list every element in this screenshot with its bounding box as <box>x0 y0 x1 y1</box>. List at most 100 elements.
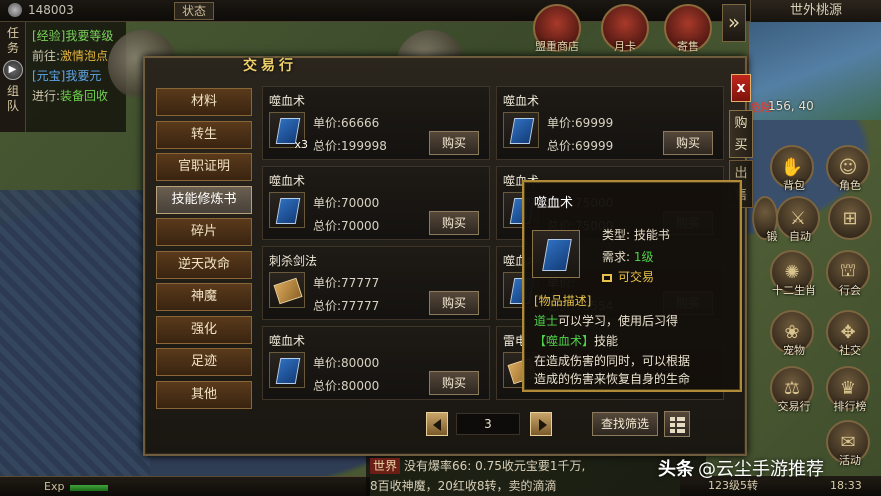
quest-1-prefix: 前往: <box>32 49 61 63</box>
consign-button[interactable]: 寄售 <box>664 4 712 53</box>
monthly-card-button[interactable]: 月卡 <box>601 4 649 53</box>
event-label: 活动 <box>839 454 861 467</box>
tooltip-req-label: 需求: <box>602 250 631 264</box>
status-tab[interactable]: 状态 <box>174 2 214 20</box>
tooltip-type: 类型: 技能书 <box>602 226 670 243</box>
total-prefix: 总价: <box>313 379 342 393</box>
category-footprint[interactable]: 足迹 <box>156 348 252 376</box>
tradable-icon <box>602 273 612 282</box>
category-fragments[interactable]: 碎片 <box>156 218 252 246</box>
unit-prefix: 单价: <box>313 276 342 290</box>
buy-button[interactable]: 购买 <box>429 131 479 155</box>
category-skill-books[interactable]: 技能修炼书 <box>156 185 252 214</box>
total-price: 总价:77777 <box>313 297 379 314</box>
social-label: 社交 <box>839 344 861 357</box>
scroll-book-icon[interactable] <box>269 272 305 308</box>
category-enhance[interactable]: 强化 <box>156 315 252 344</box>
unit-value: 80000 <box>341 356 380 370</box>
team-tab-label[interactable]: 组 队 <box>0 80 26 114</box>
page-number[interactable]: 3 <box>456 413 520 435</box>
tooltip-desc-line-2: 【噬血术】技能 <box>534 332 618 349</box>
item-name: 噬血术 <box>269 174 306 188</box>
quest-1-link[interactable]: 激情泡点 <box>60 49 108 63</box>
grid-view-icon[interactable] <box>664 411 690 437</box>
chat-line-1: 世界 没有爆率66: 0.75收元宝要1千万, <box>370 456 706 476</box>
search-filter-button[interactable]: 查找筛选 <box>592 412 658 436</box>
next-page-button[interactable] <box>530 412 552 436</box>
zodiac-button[interactable]: ✺ 十二生肖 <box>770 250 816 297</box>
settings-button[interactable]: ⊞ <box>828 196 872 240</box>
buy-button[interactable]: 购买 <box>429 291 479 315</box>
category-rebirth[interactable]: 转生 <box>156 120 252 149</box>
item-name: 噬血术 <box>269 334 306 348</box>
category-rank-proof[interactable]: 官职证明 <box>156 153 252 181</box>
city-wall <box>0 190 150 496</box>
zodiac-label: 十二生肖 <box>772 284 816 297</box>
character-button[interactable]: ☺ 角色 <box>826 145 870 192</box>
unit-prefix: 单价: <box>547 116 576 130</box>
pet-button[interactable]: ❀ 宠物 <box>770 310 814 357</box>
player-id: 148003 <box>8 3 74 17</box>
character-label: 角色 <box>839 179 861 192</box>
category-fate[interactable]: 逆天改命 <box>156 250 252 279</box>
listing-card[interactable]: 噬血术 单价:69999 总价:69999 购买 <box>496 86 724 160</box>
quest-1-title[interactable]: [经验]我要等级 <box>32 26 120 46</box>
unit-value: 77777 <box>341 276 380 290</box>
pet-label: 宠物 <box>783 344 805 357</box>
expand-menu-button[interactable]: » <box>722 4 746 42</box>
category-materials[interactable]: 材料 <box>156 88 252 116</box>
prev-page-button[interactable] <box>426 412 448 436</box>
total-prefix: 总价: <box>313 139 342 153</box>
category-other[interactable]: 其他 <box>156 380 252 409</box>
quest-1-target: 前往:激情泡点 <box>32 46 120 66</box>
social-button[interactable]: ✥ 社交 <box>826 310 870 357</box>
tooltip-req-value: 1级 <box>633 250 654 264</box>
skill-book-icon[interactable] <box>269 192 305 228</box>
skill-book-icon <box>532 230 580 278</box>
quest-tab-label[interactable]: 任 务 <box>0 22 26 56</box>
chat-box[interactable]: 世界 没有爆率66: 0.75收元宝要1千万, 8百收神魔，20红收8转，卖的滴滴 <box>366 456 706 496</box>
tooltip-type-label: 类型: <box>602 228 631 242</box>
guild-button[interactable]: ⛫ 行会 <box>826 250 870 297</box>
trade-button[interactable]: ⚖ 交易行 <box>770 366 814 413</box>
quest-2-title[interactable]: [元宝]我要元 <box>32 66 120 86</box>
buy-button[interactable]: 购买 <box>663 131 713 155</box>
bag-label: 背包 <box>783 179 805 192</box>
category-god-demon[interactable]: 神魔 <box>156 283 252 311</box>
buy-button[interactable]: 购买 <box>429 211 479 235</box>
listing-card[interactable]: 噬血术 x3 单价:66666 总价:199998 购买 <box>262 86 490 160</box>
listing-card[interactable]: 噬血术 单价:80000 总价:80000 购买 <box>262 326 490 400</box>
watermark-brand: 头条 <box>658 459 694 480</box>
skill-book-icon[interactable]: x3 <box>269 112 308 151</box>
quest-2-link[interactable]: 装备回收 <box>60 89 108 103</box>
skill-book-icon[interactable] <box>269 352 305 388</box>
buy-button[interactable]: 购买 <box>429 371 479 395</box>
skill-book-icon[interactable] <box>503 112 539 148</box>
watermark-handle: @云尘手游推荐 <box>698 459 824 480</box>
player-id-text: 148003 <box>28 3 74 17</box>
tab-buy[interactable]: 购买 <box>729 110 753 158</box>
rank-button[interactable]: ♛ 排行榜 <box>826 366 870 413</box>
tooltip-title: 噬血术 <box>534 196 574 211</box>
clock: 18:33 <box>830 479 862 492</box>
shop-menu-button[interactable]: 盟重商店 <box>533 4 581 53</box>
item-tooltip: 噬血术 类型: 技能书 需求: 1级 可交易 [物品描述] 道士可以学习，使用后… <box>522 180 742 392</box>
chat-message-1: 没有爆率66: 0.75收元宝要1千万, <box>404 459 586 473</box>
event-button[interactable]: ✉ 活动 <box>826 420 870 467</box>
team-tab-char-2: 队 <box>6 99 19 113</box>
chat-message-2: 8百收神魔，20红收8转，卖的滴滴 <box>370 479 557 493</box>
bag-button[interactable]: ✋ 背包 <box>770 145 814 192</box>
unit-prefix: 单价: <box>313 196 342 210</box>
total-prefix: 总价: <box>313 219 342 233</box>
listing-card[interactable]: 噬血术 单价:70000 总价:70000 购买 <box>262 166 490 240</box>
category-list: 材料 转生 官职证明 技能修炼书 碎片 逆天改命 神魔 强化 足迹 其他 <box>156 88 254 413</box>
listing-card[interactable]: 刺杀剑法 单价:77777 总价:77777 购买 <box>262 246 490 320</box>
play-icon[interactable]: ▶ <box>2 60 23 80</box>
auto-button[interactable]: ⚔ 自动 <box>776 196 820 243</box>
unit-value: 69999 <box>575 116 614 130</box>
item-name: 噬血术 <box>269 94 306 108</box>
close-button[interactable]: x <box>731 74 751 102</box>
item-qty: x3 <box>294 138 308 151</box>
shop-menu-label: 盟重商店 <box>535 40 579 53</box>
quest-sidebar[interactable]: 任 务 ▶ 组 队 <box>0 22 26 132</box>
